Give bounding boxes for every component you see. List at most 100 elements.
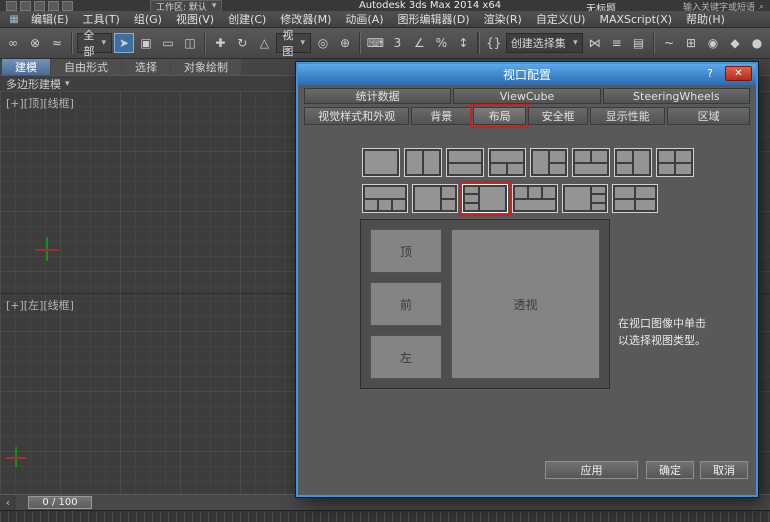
layout-thumb-big-left-three-right[interactable] <box>562 184 608 213</box>
layout-thumb-grid-2x2[interactable] <box>656 148 694 177</box>
menu-create[interactable]: 创建(C) <box>221 11 273 27</box>
select-and-manipulate-icon[interactable]: ⊕ <box>335 33 355 53</box>
ok-button[interactable]: 确定 <box>646 461 694 479</box>
angle-snap-icon[interactable]: ∠ <box>409 33 429 53</box>
hint-line-2: 以选择视图类型。 <box>618 334 706 347</box>
menu-animation[interactable]: 动画(A) <box>338 11 390 27</box>
layout-thumb-top-plus-three[interactable] <box>362 184 408 213</box>
unlink-selection-icon[interactable]: ⊗ <box>25 33 45 53</box>
ribbon-tab-selection[interactable]: 选择 <box>122 59 170 75</box>
help-button[interactable]: ? <box>702 66 718 81</box>
spinner-snap-icon[interactable]: ↕ <box>453 33 473 53</box>
layout-thumb-three-left-big-right[interactable] <box>459 181 511 216</box>
axis-gizmo-x <box>6 457 26 459</box>
previous-frame-button[interactable]: ‹ <box>0 495 16 510</box>
time-slider[interactable]: 0 / 100 <box>28 496 92 509</box>
tab-layout[interactable]: 布局 <box>470 104 529 128</box>
ribbon-tab-modeling[interactable]: 建模 <box>2 59 50 75</box>
quick-access-icon[interactable] <box>6 1 17 11</box>
edit-named-selection-sets-icon[interactable]: {} <box>484 33 504 53</box>
search-placeholder: 输入关键字或短语 <box>682 3 755 11</box>
layout-thumb-three-plus-bottom[interactable] <box>512 184 558 213</box>
tab-regions[interactable]: 区域 <box>667 107 750 125</box>
quick-access-icon[interactable] <box>34 1 45 11</box>
layout-thumb-grid-2x2-equal[interactable] <box>612 184 658 213</box>
reference-coordinate-value: 视图 <box>282 29 294 58</box>
preview-pane-left[interactable]: 左 <box>370 335 442 379</box>
track-bar[interactable] <box>0 510 770 522</box>
select-and-rotate-icon[interactable]: ↻ <box>232 33 252 53</box>
window-crossing-icon[interactable]: ◫ <box>180 33 200 53</box>
layout-thumb-big-left-two-right[interactable] <box>412 184 458 213</box>
layer-manager-icon[interactable]: ▤ <box>629 33 649 53</box>
menu-maxscript[interactable]: MAXScript(X) <box>592 11 679 27</box>
keyboard-shortcut-override-icon[interactable]: ⌨ <box>365 33 385 53</box>
reference-coordinate-dropdown[interactable]: 视图 ▾ <box>276 29 312 58</box>
tab-statistics[interactable]: 统计数据 <box>304 88 452 104</box>
bind-to-space-warp-icon[interactable]: ≈ <box>47 33 67 53</box>
render-setup-icon[interactable]: ◆ <box>725 33 745 53</box>
select-and-scale-icon[interactable]: △ <box>254 33 274 53</box>
viewport-top-label[interactable]: [+][顶][线框] <box>6 95 74 111</box>
menu-group[interactable]: 组(G) <box>127 11 169 27</box>
ribbon-tab-object-paint[interactable]: 对象绘制 <box>171 59 241 75</box>
chevron-down-icon: ▾ <box>101 38 107 48</box>
layout-thumb-single[interactable] <box>362 148 400 177</box>
workspace-dropdown[interactable]: 工作区: 默认 ▾ <box>150 0 223 11</box>
named-selection-set-combo[interactable]: 创建选择集 ▾ <box>505 33 583 53</box>
tab-safe-frames[interactable]: 安全框 <box>528 107 589 125</box>
preview-pane-perspective[interactable]: 透视 <box>451 229 600 379</box>
select-by-name-icon[interactable]: ▣ <box>136 33 156 53</box>
tab-display-performance[interactable]: 显示性能 <box>590 107 666 125</box>
rectangular-selection-region-icon[interactable]: ▭ <box>158 33 178 53</box>
layout-thumb-two-plus-right[interactable] <box>614 148 652 177</box>
quick-access-icon[interactable] <box>20 1 31 11</box>
menu-rendering[interactable]: 渲染(R) <box>477 11 529 27</box>
viewport-left-label[interactable]: [+][左][线框] <box>6 297 74 313</box>
quick-access-icon[interactable] <box>48 1 59 11</box>
ribbon-panel-polygon-modeling[interactable]: 多边形建模 <box>6 76 61 92</box>
dialog-tab-row-1: 统计数据 ViewCube SteeringWheels <box>298 85 756 104</box>
menu-views[interactable]: 视图(V) <box>169 11 221 27</box>
menu-graph-editors[interactable]: 图形编辑器(D) <box>391 11 477 27</box>
menu-tools[interactable]: 工具(T) <box>76 11 127 27</box>
dialog-title-bar[interactable]: 视口配置 ? ✕ <box>298 64 756 85</box>
app-menu-icon[interactable]: ▦ <box>7 13 21 25</box>
layout-thumb-two-plus-bottom[interactable] <box>572 148 610 177</box>
apply-button[interactable]: 应用 <box>545 461 638 479</box>
align-icon[interactable]: ≡ <box>607 33 627 53</box>
layout-thumb-left-plus-two[interactable] <box>530 148 568 177</box>
infocenter-search[interactable]: 输入关键字或短语 ⌕ <box>682 0 764 12</box>
toolbar-divider <box>477 32 480 54</box>
use-pivot-center-icon[interactable]: ◎ <box>313 33 333 53</box>
ribbon-tab-freeform[interactable]: 自由形式 <box>51 59 121 75</box>
preview-pane-top[interactable]: 顶 <box>370 229 442 273</box>
close-button[interactable]: ✕ <box>725 66 752 81</box>
layout-thumb-two-horizontal[interactable] <box>446 148 484 177</box>
selection-filter-dropdown[interactable]: 全部 ▾ <box>77 29 113 58</box>
select-object-button[interactable]: ➤ <box>114 33 135 53</box>
menu-edit[interactable]: 编辑(E) <box>24 11 76 27</box>
curve-editor-icon[interactable]: ~ <box>659 33 679 53</box>
render-production-icon[interactable]: ● <box>747 33 767 53</box>
menu-customize[interactable]: 自定义(U) <box>529 11 593 27</box>
select-and-link-icon[interactable]: ∞ <box>3 33 23 53</box>
tab-steeringwheels[interactable]: SteeringWheels <box>602 88 750 104</box>
snaps-toggle-icon[interactable]: 3 <box>387 33 407 53</box>
3dsmax-window: 工作区: 默认 ▾ Autodesk 3ds Max 2014 x64 无标题 … <box>0 0 770 522</box>
schematic-view-icon[interactable]: ⊞ <box>681 33 701 53</box>
tab-visual-style[interactable]: 视觉样式和外观 <box>304 107 410 125</box>
layout-thumb-top-plus-two[interactable] <box>488 148 526 177</box>
tab-viewcube[interactable]: ViewCube <box>453 88 601 104</box>
cancel-button[interactable]: 取消 <box>700 461 748 479</box>
tab-background[interactable]: 背景 <box>411 107 472 125</box>
select-and-move-icon[interactable]: ✚ <box>210 33 230 53</box>
quick-access-icon[interactable] <box>62 1 73 11</box>
mirror-icon[interactable]: ⋈ <box>585 33 605 53</box>
menu-modifiers[interactable]: 修改器(M) <box>273 11 338 27</box>
preview-pane-front[interactable]: 前 <box>370 282 442 326</box>
menu-help[interactable]: 帮助(H) <box>679 11 732 27</box>
layout-thumb-two-vertical[interactable] <box>404 148 442 177</box>
percent-snap-icon[interactable]: % <box>431 33 451 53</box>
material-editor-icon[interactable]: ◉ <box>703 33 723 53</box>
